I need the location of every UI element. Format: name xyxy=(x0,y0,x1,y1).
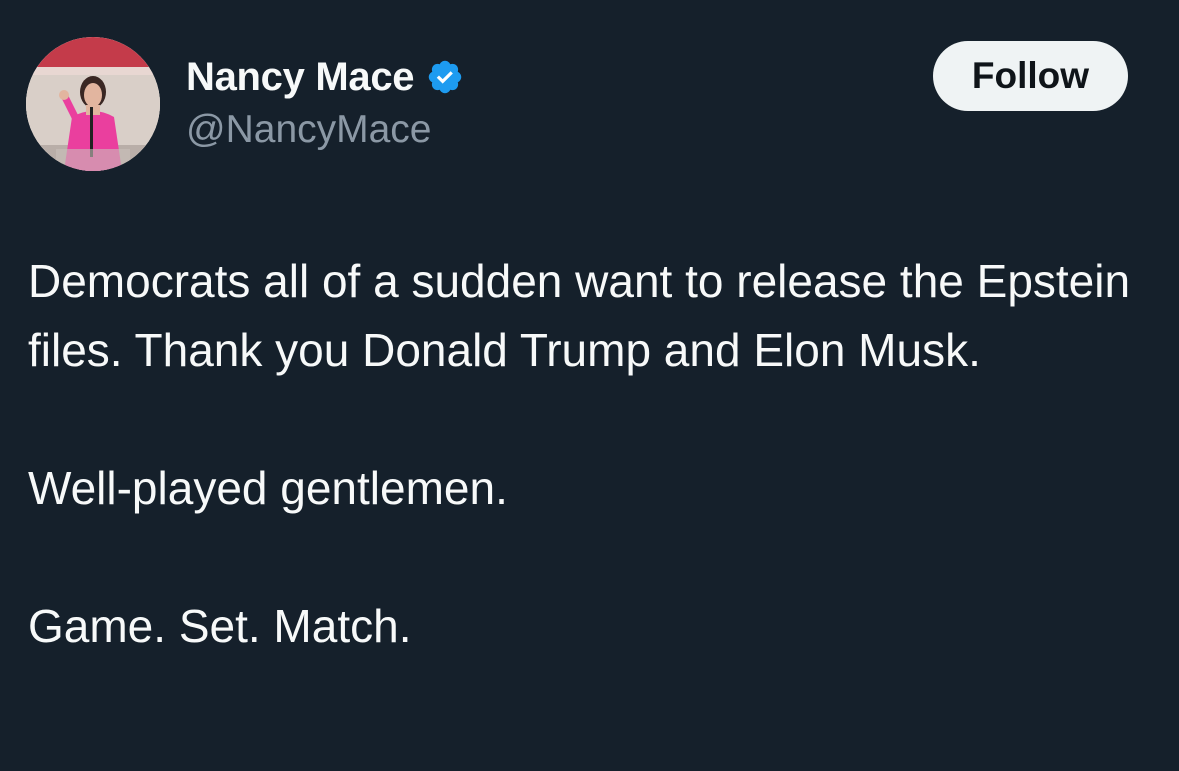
tweet-text: Democrats all of a sudden want to releas… xyxy=(28,247,1148,661)
author-display-name[interactable]: Nancy Mace xyxy=(186,55,415,100)
avatar-image xyxy=(26,37,160,171)
verified-badge-icon xyxy=(426,58,464,96)
tweet-paragraph: Game. Set. Match. xyxy=(28,600,412,652)
author-handle[interactable]: @NancyMace xyxy=(186,108,432,152)
follow-button[interactable]: Follow xyxy=(933,41,1128,111)
author-name-row: Nancy Mace xyxy=(186,52,464,102)
tweet-paragraph: Democrats all of a sudden want to releas… xyxy=(28,255,1131,376)
tweet-card: Nancy Mace @NancyMace Follow Democrats a… xyxy=(0,0,1179,771)
avatar[interactable] xyxy=(26,37,160,171)
tweet-paragraph: Well-played gentlemen. xyxy=(28,462,508,514)
